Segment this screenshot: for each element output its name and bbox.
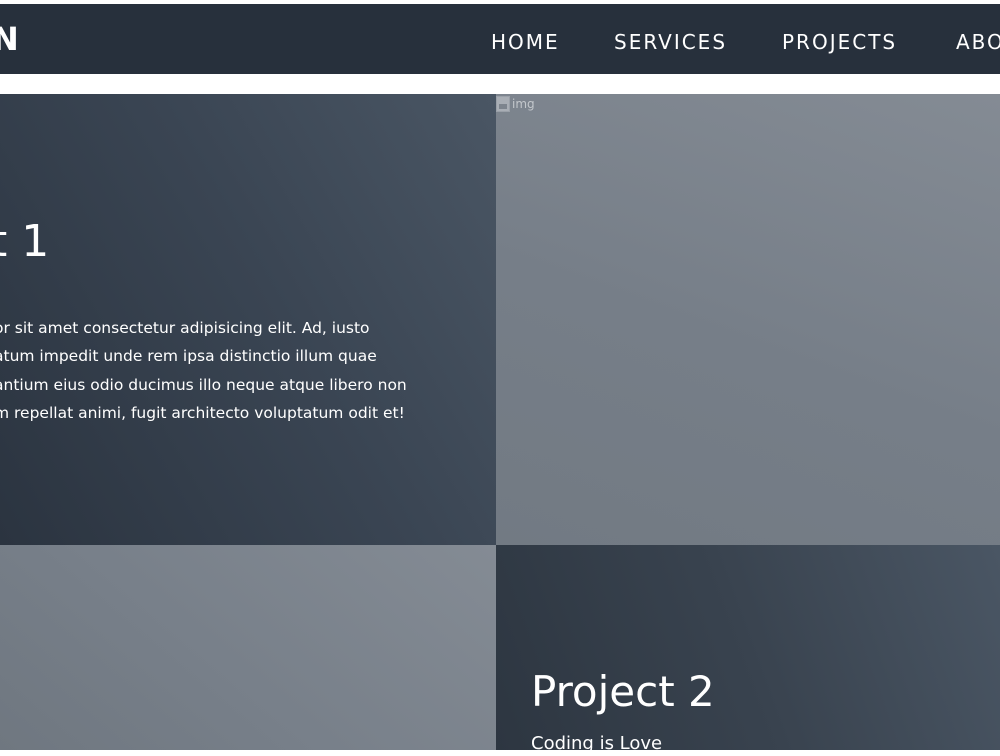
- project-2-image-panel: [0, 545, 496, 750]
- project-2-text-panel: [496, 545, 1000, 750]
- nav-link-services[interactable]: SERVICES: [614, 30, 727, 54]
- project-2-title: Project 2: [531, 667, 715, 716]
- project-1-title: t 1: [0, 216, 50, 267]
- project-1-image: img: [496, 94, 535, 114]
- navbar: N HOME SERVICES PROJECTS ABO: [0, 4, 1000, 74]
- nav-link-projects[interactable]: PROJECTS: [782, 30, 897, 54]
- project-1-description: or sit amet consectetur adipisicing elit…: [0, 319, 407, 423]
- nav-link-about[interactable]: ABO: [956, 30, 1000, 54]
- project-2-subtitle: Coding is Love: [531, 733, 663, 754]
- image-alt-text: img: [512, 97, 535, 111]
- brand-logo[interactable]: N: [0, 22, 20, 56]
- nav-link-home[interactable]: HOME: [491, 30, 560, 54]
- broken-image-icon: [496, 96, 510, 112]
- project-1-image-panel: [496, 94, 1000, 545]
